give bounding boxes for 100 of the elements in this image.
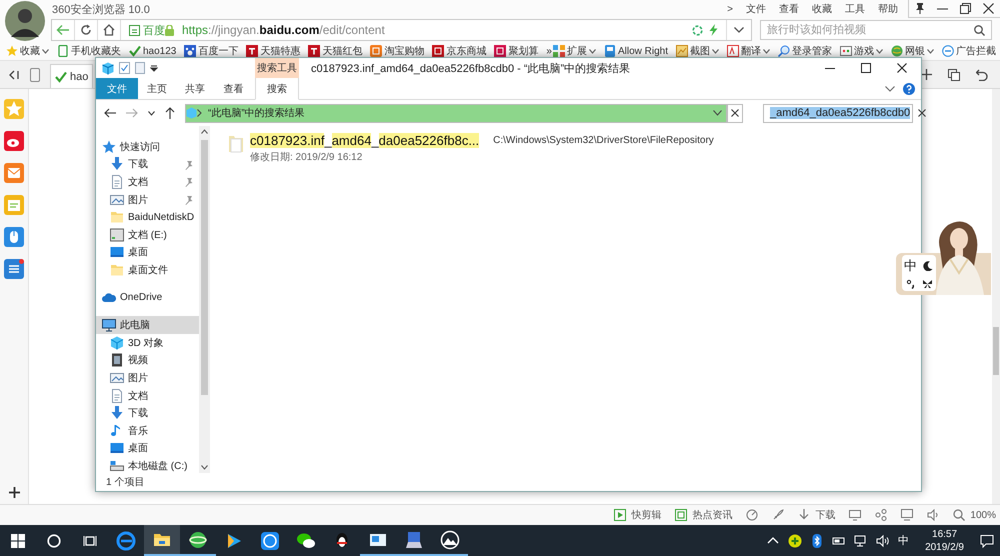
menu-item[interactable]: 文件 <box>746 2 766 16</box>
undo-icon[interactable] <box>976 68 988 80</box>
window-icon[interactable] <box>901 509 914 521</box>
bookmark-item[interactable]: 聚划算 <box>494 44 538 58</box>
search-input[interactable]: 旅行时该如何拍视频 <box>767 24 974 36</box>
browser-tab[interactable]: hao <box>50 64 94 88</box>
rocket-icon[interactable] <box>772 509 784 521</box>
network-icon[interactable] <box>854 534 868 548</box>
nav-item[interactable]: 文档 (E:) <box>96 226 199 244</box>
nav-item[interactable]: 3D 对象 <box>96 334 199 352</box>
checkbox-icon[interactable] <box>119 62 130 74</box>
ribbon-tab[interactable]: 文件 <box>96 78 138 99</box>
lightning-icon[interactable] <box>709 24 718 36</box>
bookmark-item[interactable]: 淘宝购物 <box>370 44 424 58</box>
status-item[interactable]: 热点资讯 <box>675 508 732 522</box>
maximize-icon[interactable] <box>960 3 971 14</box>
nav-item[interactable]: 音乐 <box>96 422 199 440</box>
nav-item[interactable]: 图片 <box>96 369 199 387</box>
ribbon-tab[interactable]: 主页 <box>138 78 176 99</box>
status-item[interactable]: 100% <box>953 509 996 521</box>
plus-icon[interactable] <box>8 487 20 498</box>
scrollbar[interactable] <box>992 89 1000 504</box>
nav-item[interactable]: 视频 <box>96 352 199 370</box>
nav-item[interactable]: BaiduNetdiskD <box>96 208 199 226</box>
bookmark-item[interactable]: 收藏 <box>6 44 49 58</box>
nav-item[interactable]: 快速访问 <box>96 138 199 156</box>
nav-item[interactable]: 桌面文件 <box>96 261 199 279</box>
mail-icon[interactable] <box>4 163 24 183</box>
up-icon[interactable] <box>165 107 175 119</box>
nav-item[interactable]: 图片 <box>96 190 199 208</box>
menu-item[interactable]: > <box>727 4 733 14</box>
toolbar-item[interactable]: 截图 <box>676 44 719 58</box>
taskbar-app[interactable] <box>144 525 180 556</box>
menu-item[interactable]: 工具 <box>845 2 865 16</box>
close-icon[interactable] <box>918 109 926 117</box>
nav-item[interactable]: 桌面 <box>96 440 199 458</box>
bookmark-item[interactable]: 京东商城 <box>432 44 486 58</box>
caret-icon[interactable] <box>148 110 155 116</box>
toolbar-item[interactable]: 广告拦截 <box>942 44 996 58</box>
help-icon[interactable] <box>903 82 915 94</box>
nav-item[interactable]: 本地磁盘 (C:) <box>96 457 199 473</box>
bookmark-item[interactable]: 百度一下 <box>184 44 238 58</box>
dropdown-icon[interactable] <box>713 110 722 116</box>
share-icon[interactable] <box>875 509 888 521</box>
clear-button[interactable] <box>727 104 743 122</box>
menu-item[interactable]: 帮助 <box>878 2 898 16</box>
maximize-icon[interactable] <box>861 63 871 73</box>
bookmark-item[interactable]: 天猫特惠 <box>246 44 300 58</box>
status-item[interactable]: 下载 <box>798 508 836 522</box>
nav-item[interactable]: 下载 <box>96 404 199 422</box>
star-icon[interactable] <box>4 99 24 119</box>
dropdown-icon[interactable] <box>150 64 158 72</box>
toolbar-item[interactable]: 游戏 <box>840 44 883 58</box>
scrollbar[interactable] <box>199 126 210 473</box>
ribbon-tab[interactable]: 共享 <box>176 78 214 99</box>
windows-icon[interactable] <box>948 68 960 80</box>
monitor-icon[interactable] <box>849 509 862 521</box>
plus-circle-icon[interactable] <box>788 534 802 548</box>
clock[interactable]: 16:57 2019/2/9 <box>925 528 964 554</box>
phone-icon[interactable] <box>30 68 40 82</box>
bookmark-item[interactable]: 天猫红包 <box>308 44 362 58</box>
cube-icon[interactable] <box>102 62 114 74</box>
toolbar-item[interactable]: 翻译 <box>727 44 770 58</box>
bluetooth-icon[interactable] <box>810 534 824 548</box>
home-icon[interactable] <box>103 24 115 36</box>
ime-indicator[interactable]: 中 <box>898 533 910 548</box>
bookmark-item[interactable]: 手机收藏夹 <box>57 44 121 58</box>
nav-item[interactable]: 下载 <box>96 156 199 174</box>
close-icon[interactable] <box>983 3 994 14</box>
mouse-icon[interactable] <box>4 227 24 247</box>
refresh-icon[interactable] <box>80 24 92 36</box>
ime-mode[interactable]: 中 <box>904 257 917 275</box>
nav-item[interactable]: 桌面 <box>96 244 199 262</box>
nav-item[interactable]: OneDrive <box>96 288 199 306</box>
toolbar-item[interactable]: Allow Right <box>604 45 668 57</box>
search-field[interactable]: 旅行时该如何拍视频 <box>760 20 992 40</box>
plus-icon[interactable] <box>921 69 932 80</box>
weibo-icon[interactable] <box>4 131 24 151</box>
toolbar-item[interactable]: 扩展 <box>552 44 596 58</box>
back-icon[interactable] <box>104 108 116 118</box>
list-icon[interactable] <box>4 259 24 279</box>
ribbon-tab[interactable]: 搜索 <box>255 78 299 100</box>
pin-icon[interactable] <box>915 3 925 14</box>
close-icon[interactable] <box>897 63 907 73</box>
dropdown-icon[interactable] <box>734 27 744 33</box>
address-bar[interactable]: “此电脑”中的搜索结果 <box>185 104 727 122</box>
volume-icon[interactable] <box>876 534 890 548</box>
punctuation-icon[interactable] <box>906 279 916 289</box>
notification-icon[interactable] <box>980 534 994 548</box>
bookmark-item[interactable]: hao123 <box>129 45 176 57</box>
moon-icon[interactable] <box>922 261 932 271</box>
file-name[interactable]: c0187923.inf_amd64_da0ea5226fb8c... <box>250 133 480 148</box>
search-icon[interactable] <box>974 24 985 36</box>
nav-item[interactable]: 文档 <box>96 173 199 191</box>
nav-item[interactable]: 文档 <box>96 386 199 404</box>
butterfly-icon[interactable] <box>922 279 933 289</box>
address-bar[interactable]: 百度 https://jingyan.baidu.com/edit/content <box>51 19 752 41</box>
toolbar-item[interactable]: 网银 <box>891 44 934 58</box>
bookmark-item[interactable]: » <box>546 46 552 56</box>
collapse-icon[interactable] <box>8 68 20 80</box>
